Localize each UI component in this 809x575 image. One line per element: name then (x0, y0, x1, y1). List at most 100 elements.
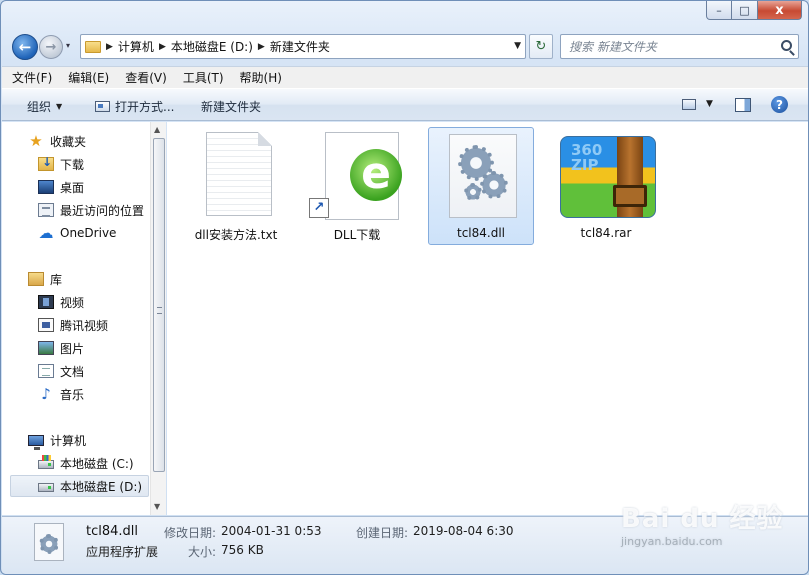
drive-icon (38, 483, 54, 492)
downloads-folder-icon (38, 155, 54, 171)
details-modified-value: 2004-01-31 0:53 (221, 524, 322, 538)
file-item-dll-download-shortcut[interactable]: e ↗ DLL下载 (304, 127, 410, 245)
archive-brand-text: 360 ZIP (571, 141, 603, 174)
organize-button[interactable]: 组织 ▼ (27, 98, 62, 115)
browser-shortcut-icon: e ↗ (309, 130, 405, 220)
address-dropdown-icon[interactable]: ▼ (514, 41, 521, 51)
cloud-icon: ☁ (38, 224, 54, 242)
sidebar-item-label: 图片 (60, 341, 85, 356)
windows-drive-icon (38, 455, 54, 469)
recent-places-icon (38, 203, 54, 217)
chevron-right-icon[interactable]: ▶ (159, 42, 166, 52)
archive-box: 360 ZIP (560, 136, 656, 218)
file-item-dll[interactable]: tcl84.dll (428, 127, 534, 245)
file-name: tcl84.rar (580, 226, 632, 240)
sidebar-item-label: 本地磁盘E (D:) (60, 479, 143, 494)
menu-view[interactable]: 查看(V) (125, 69, 167, 86)
scrollbar-thumb[interactable] (153, 138, 165, 472)
browser-e-icon: e (350, 149, 402, 201)
sidebar-item-label: 音乐 (60, 387, 85, 402)
library-icon (28, 272, 44, 286)
menu-file[interactable]: 文件(F) (12, 69, 52, 86)
breadcrumb-new-folder[interactable]: 新建文件夹 (270, 38, 330, 55)
change-view-icon[interactable] (682, 99, 696, 110)
open-with-icon (95, 101, 110, 112)
sidebar-item-label: 最近访问的位置 (60, 203, 145, 218)
text-file-page (206, 132, 272, 216)
history-dropdown-icon[interactable]: ▾ (66, 41, 70, 50)
view-dropdown-icon[interactable]: ▼ (706, 99, 713, 109)
star-icon: ★ (29, 132, 43, 150)
chevron-down-icon: ▼ (56, 102, 63, 111)
video-icon (38, 295, 54, 309)
maximize-button[interactable]: □ (732, 1, 758, 20)
breadcrumb-drive-d[interactable]: 本地磁盘E (D:) (171, 38, 253, 55)
details-file-type: 应用程序扩展 (86, 545, 159, 559)
grip-icon (157, 307, 162, 314)
pictures-icon (38, 341, 54, 355)
gear-icon (480, 171, 508, 199)
archive-icon: 360 ZIP (558, 130, 656, 220)
dll-page (449, 134, 517, 218)
file-list-area[interactable]: dll安装方法.txt e ↗ DLL下载 tcl84.dll 360 ZIP … (167, 122, 808, 515)
menu-help[interactable]: 帮助(H) (240, 69, 282, 86)
menu-edit[interactable]: 编辑(E) (68, 69, 109, 86)
navigation-pane: ★ 收藏夹 下载 桌面 最近访问的位置 ☁ OneDrive 库 视频 (2, 122, 166, 515)
chevron-right-icon[interactable]: ▶ (258, 42, 265, 52)
back-button[interactable]: ← (12, 34, 38, 60)
navigation-row: ← → ▾ ▶ 计算机 ▶ 本地磁盘E (D:) ▶ 新建文件夹 ▼ ↻ (1, 31, 808, 63)
baidu-watermark: Bai du 经验 jingyan.baidu.com (621, 498, 784, 548)
text-file-icon (188, 130, 284, 220)
new-folder-button[interactable]: 新建文件夹 (201, 98, 261, 115)
sidebar-item-label: 文档 (60, 364, 85, 379)
shortcut-page: e (325, 132, 402, 220)
desktop-icon (38, 180, 54, 194)
file-name: dll安装方法.txt (194, 228, 278, 242)
close-button[interactable]: x (758, 1, 802, 20)
file-item-txt[interactable]: dll安装方法.txt (183, 127, 289, 245)
sidebar-item-label: OneDrive (60, 226, 117, 240)
sidebar-scrollbar[interactable]: ▲ ▼ (150, 122, 166, 515)
watermark-logo: Bai du 经验 (621, 504, 784, 534)
search-input[interactable] (569, 35, 769, 58)
sidebar-item-drive-d[interactable]: 本地磁盘E (D:) (10, 475, 149, 497)
sidebar-item-label: 桌面 (60, 180, 85, 195)
organize-label: 组织 (27, 100, 52, 114)
chevron-right-icon[interactable]: ▶ (106, 42, 113, 52)
computer-icon (28, 435, 44, 450)
file-name: DLL下载 (333, 228, 381, 242)
breadcrumb-computer[interactable]: 计算机 (118, 38, 154, 55)
menu-tools[interactable]: 工具(T) (183, 69, 224, 86)
open-with-label: 打开方式... (115, 100, 175, 114)
sidebar-item-label: 下载 (60, 157, 85, 172)
preview-pane-icon[interactable] (735, 98, 751, 112)
details-file-name: tcl84.dll (86, 524, 139, 539)
new-folder-label: 新建文件夹 (201, 100, 262, 114)
watermark-url: jingyan.baidu.com (621, 535, 723, 548)
explorer-window: – □ x ← → ▾ ▶ 计算机 ▶ 本地磁盘E (D:) ▶ 新建文件夹 ▼… (0, 0, 809, 575)
scroll-up-icon[interactable]: ▲ (154, 125, 160, 134)
details-modified-label: 修改日期: (164, 526, 217, 540)
window-controls: – □ x (706, 1, 802, 20)
music-icon: ♪ (41, 385, 51, 403)
dll-gear-icon (34, 523, 64, 561)
address-bar[interactable]: ▶ 计算机 ▶ 本地磁盘E (D:) ▶ 新建文件夹 ▼ (80, 34, 526, 59)
refresh-button[interactable]: ↻ (529, 34, 553, 59)
tencent-video-icon (38, 318, 54, 332)
details-size-label: 大小: (188, 545, 217, 559)
search-icon[interactable] (781, 40, 792, 51)
gear-icon (39, 534, 59, 554)
search-box[interactable] (560, 34, 799, 59)
gear-icon (464, 183, 482, 201)
sidebar-item-label: 视频 (60, 295, 85, 310)
file-item-rar[interactable]: 360 ZIP tcl84.rar (553, 127, 659, 245)
forward-button[interactable]: → (39, 35, 63, 59)
command-bar: 组织 ▼ 打开方式... 新建文件夹 ▼ ? (2, 88, 808, 121)
help-icon[interactable]: ? (771, 96, 788, 113)
sidebar-item-label: 本地磁盘 (C:) (60, 456, 134, 471)
details-size-value: 756 KB (221, 543, 264, 557)
open-with-button[interactable]: 打开方式... (95, 98, 174, 115)
minimize-button[interactable]: – (706, 1, 732, 20)
sidebar-item-label: 腾讯视频 (60, 318, 109, 333)
scroll-down-icon[interactable]: ▼ (154, 502, 160, 511)
